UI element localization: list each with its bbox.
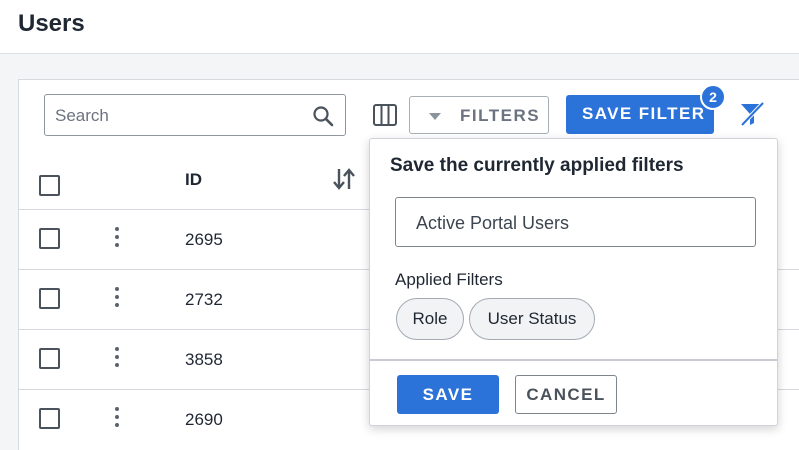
row-divider (776, 389, 799, 390)
filter-clear-icon[interactable] (738, 100, 766, 128)
filter-name-input[interactable] (416, 211, 736, 235)
popover-title: Save the currently applied filters (390, 155, 684, 176)
filters-label: FILTERS (460, 106, 541, 125)
row-divider (776, 269, 799, 270)
search-input[interactable] (55, 104, 295, 128)
filters-dropdown[interactable]: FILTERS (409, 96, 549, 134)
popover-divider (370, 359, 777, 361)
table-row: 2690 (18, 390, 370, 450)
search-icon[interactable] (311, 104, 335, 128)
row-checkbox[interactable] (39, 288, 60, 309)
kebab-menu-icon[interactable] (110, 406, 124, 430)
select-all-checkbox[interactable] (39, 175, 60, 196)
row-id: 3858 (185, 350, 223, 369)
row-id: 2690 (185, 410, 223, 429)
page-title: Users (18, 10, 85, 37)
filter-chip-role[interactable]: Role (396, 298, 464, 340)
columns-icon[interactable] (372, 102, 398, 128)
kebab-menu-icon[interactable] (110, 226, 124, 250)
filter-name-field[interactable] (395, 197, 756, 247)
column-header-id[interactable]: ID (185, 170, 202, 190)
save-button[interactable]: SAVE (397, 375, 499, 414)
cancel-button[interactable]: CANCEL (515, 375, 617, 414)
applied-filter-count-badge: 2 (700, 84, 726, 110)
page-header: Users (0, 0, 799, 54)
caret-down-icon (429, 113, 441, 120)
kebab-menu-icon[interactable] (110, 286, 124, 310)
search-box[interactable] (44, 94, 346, 136)
row-checkbox[interactable] (39, 228, 60, 249)
kebab-menu-icon[interactable] (110, 346, 124, 370)
row-checkbox[interactable] (39, 408, 60, 429)
sort-icon[interactable] (331, 166, 357, 192)
save-filter-label: SAVE FILTER (582, 104, 706, 123)
save-filter-popover: Save the currently applied filters Appli… (369, 138, 778, 426)
row-id: 2695 (185, 230, 223, 249)
table-row: 2695 (18, 210, 370, 270)
row-checkbox[interactable] (39, 348, 60, 369)
row-id: 2732 (185, 290, 223, 309)
table-row: 2732 (18, 270, 370, 330)
table-row: 3858 (18, 330, 370, 390)
applied-filters-label: Applied Filters (395, 270, 503, 289)
row-divider (776, 329, 799, 330)
save-filter-button[interactable]: SAVE FILTER (566, 95, 714, 134)
filter-chip-user-status[interactable]: User Status (469, 298, 595, 340)
